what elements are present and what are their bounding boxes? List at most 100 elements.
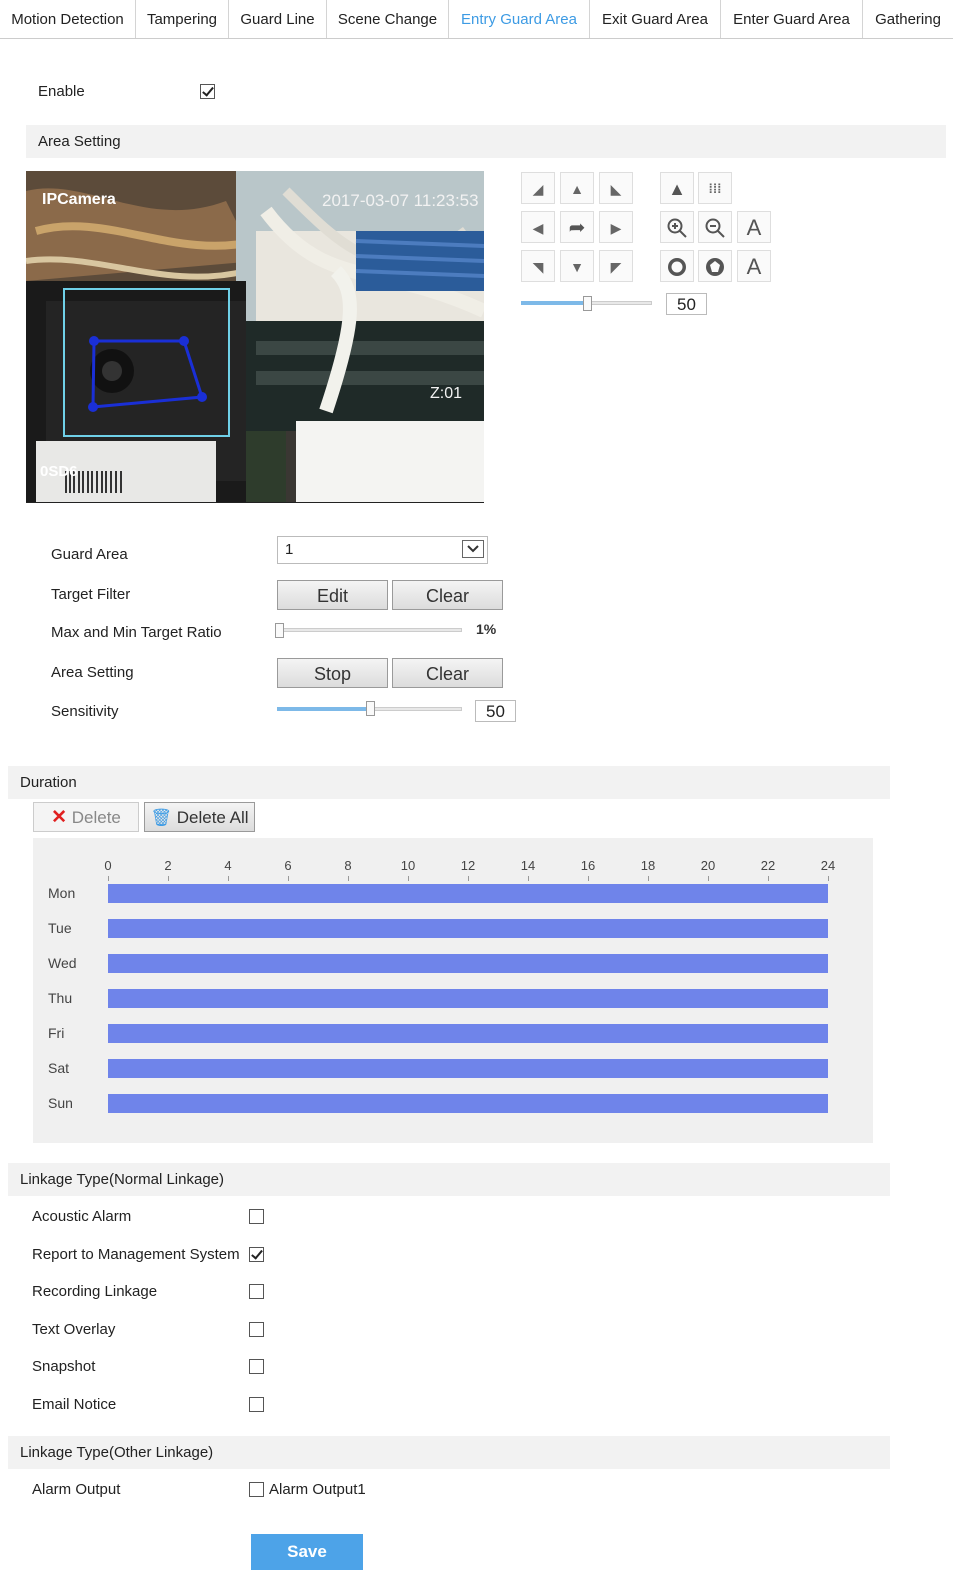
zoom-in-icon[interactable] [660, 211, 694, 243]
hour-tick: 14 [520, 858, 536, 873]
hour-tick: 18 [640, 858, 656, 873]
area-setting-stop-button[interactable]: Stop [277, 658, 388, 688]
osd-timestamp: 2017-03-07 11:23:53 [322, 191, 479, 210]
tab-motion-detection[interactable]: Motion Detection [0, 0, 136, 38]
tab-enter-guard-area[interactable]: Enter Guard Area [721, 0, 863, 38]
tab-gathering[interactable]: Gathering [863, 0, 953, 38]
tab-tampering[interactable]: Tampering [136, 0, 229, 38]
ptz-rotate-button[interactable]: ➦ [560, 211, 594, 243]
focus-near-icon[interactable]: ▲ [660, 172, 694, 204]
delete-all-label: Delete All [176, 808, 249, 827]
hour-tick: 10 [400, 858, 416, 873]
linkage-item-checkbox[interactable] [249, 1396, 264, 1412]
hour-tick: 8 [344, 858, 352, 873]
ptz-speed-thumb[interactable] [583, 296, 592, 311]
alarm-output1-checkbox[interactable] [249, 1482, 264, 1497]
enable-checkbox[interactable] [200, 84, 215, 99]
ratio-value: 1% [476, 621, 497, 637]
zoom-out-icon[interactable] [698, 211, 732, 243]
ptz-left-button[interactable]: ◀ [521, 211, 555, 243]
hour-tick: 0 [104, 858, 112, 873]
linkage-item-label: Text Overlay [32, 1320, 116, 1338]
target-filter-clear-button[interactable]: Clear [392, 580, 503, 610]
hour-tick-mark [768, 876, 769, 881]
hour-tick: 22 [760, 858, 776, 873]
duration-header: Duration [8, 766, 890, 799]
schedule-bar-sun[interactable] [108, 1094, 828, 1113]
ratio-slider[interactable] [277, 628, 462, 632]
save-button[interactable]: Save [251, 1534, 363, 1570]
linkage-item-checkbox[interactable] [249, 1359, 264, 1374]
schedule-bar-mon[interactable] [108, 884, 828, 903]
area-setting-clear-button[interactable]: Clear [392, 658, 503, 688]
hour-tick-mark [468, 876, 469, 881]
ptz-right-button[interactable]: ▶ [599, 211, 633, 243]
focus-far-icon[interactable]: ⁞⁞⁞ [698, 172, 732, 204]
ptz-down-right-button[interactable]: ◤ [599, 250, 633, 282]
schedule-grid[interactable]: 0 2 4 6 8 10 12 14 16 18 20 22 24 Mon Tue Wed Thu Fri Sat S… [33, 838, 873, 1143]
linkage-other-header: Linkage Type(Other Linkage) [8, 1436, 890, 1469]
hour-tick: 20 [700, 858, 716, 873]
video-preview[interactable]: IPCamera 2017-03-07 11:23:53 Z:01 0SD6 [26, 171, 484, 503]
day-label-sat: Sat [48, 1060, 70, 1076]
ratio-slider-thumb[interactable] [275, 623, 284, 638]
sensitivity-value[interactable]: 50 [475, 700, 516, 722]
schedule-bar-sat[interactable] [108, 1059, 828, 1078]
guard-area-select[interactable]: 1 [277, 536, 488, 564]
ptz-up-button[interactable]: ▲ [560, 172, 594, 204]
hour-tick-mark [168, 876, 169, 881]
day-label-wed: Wed [48, 955, 77, 971]
delete-button[interactable]: ✕ Delete [33, 802, 139, 832]
hour-tick-mark [108, 876, 109, 881]
font-decrease-icon[interactable]: A [737, 250, 771, 282]
linkage-item-checkbox[interactable] [249, 1321, 264, 1337]
ptz-speed-value[interactable]: 50 [666, 293, 707, 315]
tab-scene-change[interactable]: Scene Change [327, 0, 449, 38]
font-increase-icon[interactable]: A [737, 211, 771, 243]
schedule-bar-wed[interactable] [108, 954, 828, 973]
hour-tick-mark [288, 876, 289, 881]
hour-tick: 24 [820, 858, 836, 873]
target-filter-label: Target Filter [51, 586, 131, 603]
trash-icon: 🗑 [150, 808, 173, 827]
hour-tick-mark [588, 876, 589, 881]
schedule-bar-thu[interactable] [108, 989, 828, 1008]
linkage-item-checkbox[interactable] [249, 1209, 264, 1224]
iris-close-icon[interactable] [698, 250, 732, 282]
schedule-bar-fri[interactable] [108, 1024, 828, 1043]
day-label-sun: Sun [48, 1095, 73, 1111]
hour-tick-mark [708, 876, 709, 881]
hour-tick-mark [348, 876, 349, 881]
linkage-item-checkbox[interactable] [249, 1284, 264, 1299]
chevron-down-icon[interactable] [462, 540, 484, 558]
day-label-mon: Mon [48, 885, 76, 901]
area-setting-label: Area Setting [51, 664, 134, 681]
hour-tick: 12 [460, 858, 476, 873]
hour-tick-mark [228, 876, 229, 881]
ptz-up-left-button[interactable]: ◢ [521, 172, 555, 204]
ptz-down-button[interactable]: ▼ [560, 250, 594, 282]
target-filter-edit-button[interactable]: Edit [277, 580, 388, 610]
sensitivity-thumb[interactable] [366, 701, 375, 716]
schedule-bar-tue[interactable] [108, 919, 828, 938]
close-icon: ✕ [51, 807, 68, 828]
day-label-thu: Thu [48, 990, 73, 1006]
hour-tick: 6 [284, 858, 292, 873]
osd-camera-name: IPCamera [42, 191, 116, 208]
day-label-tue: Tue [48, 920, 72, 936]
delete-all-button[interactable]: 🗑 Delete All [144, 802, 255, 832]
tab-entry-guard-area[interactable]: Entry Guard Area [449, 0, 590, 38]
hour-tick-mark [408, 876, 409, 881]
linkage-normal-header: Linkage Type(Normal Linkage) [8, 1163, 890, 1196]
ptz-up-right-button[interactable]: ◣ [599, 172, 633, 204]
tab-exit-guard-area[interactable]: Exit Guard Area [590, 0, 721, 38]
linkage-item-label: Email Notice [32, 1395, 117, 1413]
iris-open-icon[interactable] [660, 250, 694, 282]
ptz-down-left-button[interactable]: ◥ [521, 250, 555, 282]
tab-guard-line[interactable]: Guard Line [229, 0, 327, 38]
linkage-item-checkbox[interactable] [249, 1246, 264, 1262]
guard-area-selected: 1 [285, 541, 294, 558]
linkage-item-label: Report to Management System [32, 1245, 240, 1263]
ptz-speed-fill [521, 301, 587, 305]
hour-tick-mark [828, 876, 829, 881]
